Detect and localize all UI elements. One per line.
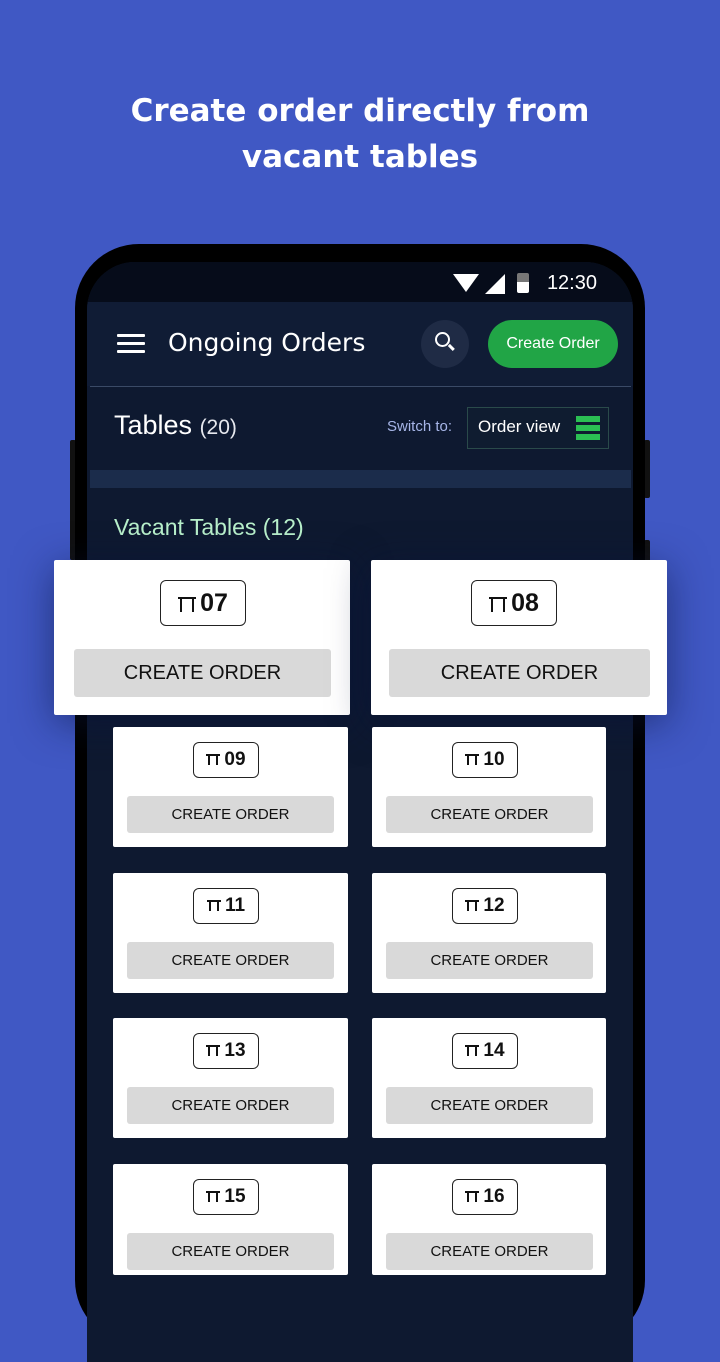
create-order-button-table-11[interactable]: CREATE ORDER (127, 942, 334, 979)
table-badge: 13 (193, 1033, 259, 1069)
wifi-icon (453, 274, 479, 292)
app-bar: Ongoing Orders Create Order (87, 302, 633, 386)
table-card-09: 09 CREATE ORDER (113, 727, 348, 847)
table-icon (206, 900, 221, 912)
create-order-button-table-15[interactable]: CREATE ORDER (127, 1233, 334, 1270)
table-number: 09 (224, 749, 246, 770)
table-number: 11 (224, 895, 246, 916)
table-badge: 08 (471, 580, 557, 626)
table-card-10: 10 CREATE ORDER (372, 727, 606, 847)
tables-title: Tables (114, 410, 193, 440)
table-card-14: 14 CREATE ORDER (372, 1018, 606, 1138)
table-icon (206, 1191, 221, 1203)
table-card-07: 07 CREATE ORDER (54, 560, 350, 715)
tables-header: Tables (20) (114, 410, 237, 441)
app-title: Ongoing Orders (168, 328, 366, 357)
status-bar: 12:30 (87, 262, 633, 302)
status-time: 12:30 (546, 272, 597, 294)
menu-icon[interactable] (117, 334, 145, 354)
create-order-button-table-16[interactable]: CREATE ORDER (386, 1233, 593, 1270)
table-number: 13 (224, 1040, 246, 1061)
section-band (90, 470, 631, 488)
table-icon (465, 1191, 480, 1203)
table-number: 16 (483, 1186, 505, 1207)
table-card-15: 15 CREATE ORDER (113, 1164, 348, 1275)
search-button[interactable] (421, 320, 469, 368)
table-icon (465, 900, 480, 912)
table-badge: 11 (193, 888, 259, 924)
vacant-tables-title: Vacant Tables (12) (114, 514, 304, 540)
table-badge: 12 (452, 888, 518, 924)
list-icon (576, 416, 600, 440)
create-order-button-table-07[interactable]: CREATE ORDER (74, 649, 331, 697)
table-number: 14 (483, 1040, 505, 1061)
table-badge: 16 (452, 1179, 518, 1215)
table-number: 08 (511, 589, 539, 617)
battery-icon (517, 273, 529, 293)
tables-count: (20) (199, 416, 237, 439)
table-number: 07 (200, 589, 228, 617)
table-card-13: 13 CREATE ORDER (113, 1018, 348, 1138)
app-bar-divider (90, 386, 631, 387)
create-order-button-table-09[interactable]: CREATE ORDER (127, 796, 334, 833)
table-card-16: 16 CREATE ORDER (372, 1164, 606, 1275)
create-order-button-table-13[interactable]: CREATE ORDER (127, 1087, 334, 1124)
table-number: 12 (483, 895, 505, 916)
table-icon (206, 1045, 221, 1057)
table-badge: 15 (193, 1179, 259, 1215)
search-icon (435, 332, 450, 347)
table-badge: 07 (160, 580, 246, 626)
table-icon (465, 754, 480, 766)
headline-line-1: Create order directly from (130, 93, 590, 129)
table-badge: 09 (193, 742, 259, 778)
table-card-11: 11 CREATE ORDER (113, 873, 348, 993)
signal-icon (485, 274, 505, 294)
create-order-button-table-08[interactable]: CREATE ORDER (389, 649, 650, 697)
create-order-button-table-14[interactable]: CREATE ORDER (386, 1087, 593, 1124)
create-order-button-table-10[interactable]: CREATE ORDER (386, 796, 593, 833)
table-card-08: 08 CREATE ORDER (371, 560, 667, 715)
switch-label: Switch to: (387, 418, 453, 435)
table-badge: 10 (452, 742, 518, 778)
headline: Create order directly from vacant tables (0, 88, 720, 180)
order-view-switch[interactable]: Order view (467, 407, 609, 449)
headline-line-2: vacant tables (241, 139, 479, 175)
table-badge: 14 (452, 1033, 518, 1069)
create-order-button-table-12[interactable]: CREATE ORDER (386, 942, 593, 979)
table-icon (465, 1045, 480, 1057)
table-number: 15 (224, 1186, 246, 1207)
table-icon (178, 596, 197, 612)
order-view-label: Order view (478, 417, 561, 436)
table-icon (489, 596, 508, 612)
table-number: 10 (483, 749, 505, 770)
create-order-button[interactable]: Create Order (488, 320, 618, 368)
table-icon (206, 754, 221, 766)
table-card-12: 12 CREATE ORDER (372, 873, 606, 993)
